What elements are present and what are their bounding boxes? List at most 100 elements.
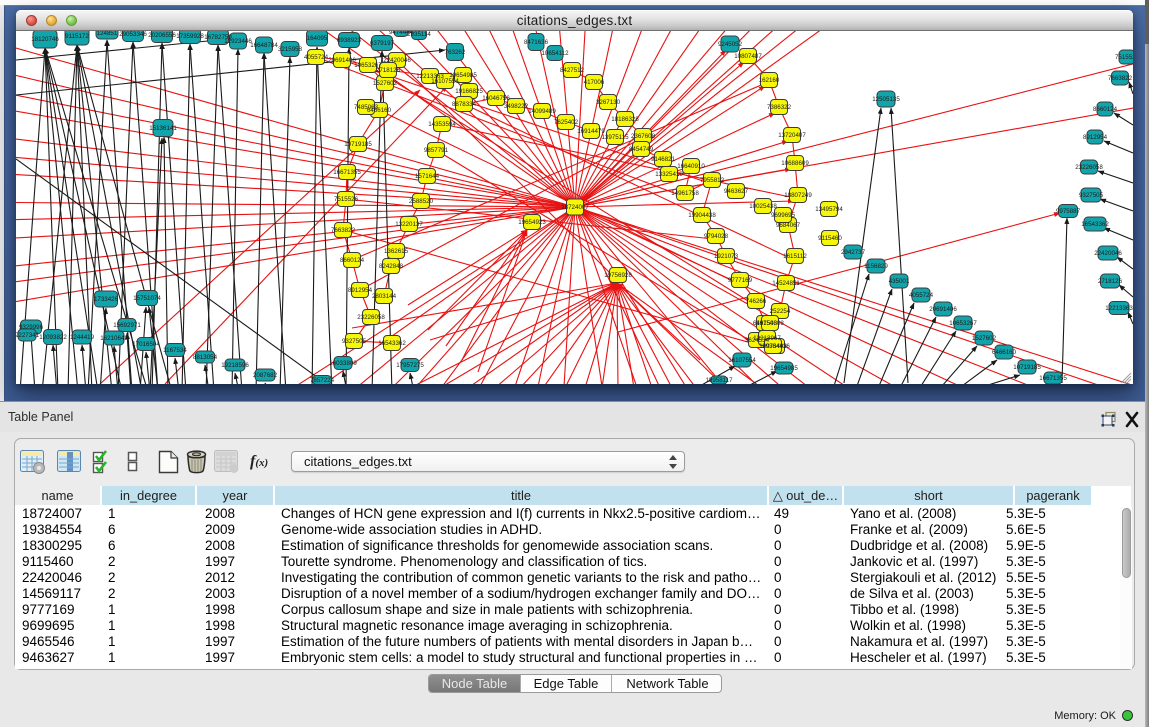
svg-text:8427512: 8427512	[560, 67, 585, 74]
svg-text:7663822: 7663822	[331, 227, 356, 234]
svg-text:16640910: 16640910	[677, 163, 705, 170]
svg-text:3215958: 3215958	[278, 46, 303, 53]
svg-text:7857224: 7857224	[310, 377, 335, 384]
svg-text:7485063: 7485063	[354, 104, 379, 111]
svg-text:12923446: 12923446	[224, 38, 252, 45]
svg-text:13325419: 13325419	[655, 171, 683, 178]
svg-text:8912954: 8912954	[348, 287, 373, 294]
svg-text:29053346: 29053346	[119, 31, 147, 38]
svg-text:9684067: 9684067	[776, 222, 801, 229]
svg-text:19904438: 19904438	[688, 212, 716, 219]
svg-text:10973493: 10973493	[759, 343, 787, 350]
svg-text:2367608: 2367608	[631, 133, 656, 140]
svg-text:19654923: 19654923	[518, 219, 546, 226]
svg-text:16671355: 16671355	[333, 169, 361, 176]
svg-text:9227341: 9227341	[16, 332, 40, 339]
svg-text:10653267: 10653267	[949, 320, 977, 327]
svg-text:13495794: 13495794	[815, 206, 843, 213]
svg-text:2935114: 2935114	[407, 31, 431, 38]
svg-text:8938923: 8938923	[337, 37, 362, 44]
svg-text:9327505: 9327505	[1079, 192, 1104, 199]
svg-text:19218596: 19218596	[221, 362, 249, 369]
svg-text:1156829: 1156829	[864, 263, 888, 270]
svg-text:18120746: 18120746	[31, 36, 59, 43]
svg-text:9857791: 9857791	[424, 147, 449, 154]
svg-text:1921073: 1921073	[714, 253, 739, 260]
svg-text:16543362: 16543362	[1081, 221, 1109, 228]
svg-text:9777169: 9777169	[728, 277, 753, 284]
svg-text:19756928: 19756928	[604, 272, 632, 279]
svg-text:1527602: 1527602	[373, 80, 398, 87]
svg-text:10719185: 10719185	[344, 141, 372, 148]
svg-text:7625402: 7625402	[554, 119, 579, 126]
svg-text:20206556: 20206556	[148, 32, 176, 39]
svg-text:1571644: 1571644	[415, 173, 440, 180]
svg-text:23226058: 23226058	[357, 314, 385, 321]
svg-text:2718126: 2718126	[376, 67, 401, 74]
svg-text:10688609: 10688609	[781, 160, 809, 167]
svg-text:16210643: 16210643	[100, 335, 128, 342]
svg-text:4055724: 4055724	[304, 54, 329, 61]
svg-text:2718126: 2718126	[1098, 278, 1123, 285]
svg-text:12505135: 12505135	[872, 96, 900, 103]
svg-text:9794028: 9794028	[704, 233, 729, 240]
svg-text:2942737: 2942737	[841, 249, 866, 256]
svg-text:1527602: 1527602	[972, 335, 997, 342]
svg-text:9115172: 9115172	[65, 33, 89, 40]
svg-text:16154808: 16154808	[756, 320, 784, 327]
svg-text:763262: 763262	[445, 49, 466, 56]
svg-text:162160: 162160	[759, 77, 780, 84]
svg-text:12213363: 12213363	[1105, 305, 1133, 312]
svg-text:8660124: 8660124	[1093, 106, 1118, 113]
svg-text:19166825: 19166825	[455, 88, 483, 95]
svg-text:252254: 252254	[770, 308, 791, 315]
svg-text:8242848: 8242848	[379, 263, 404, 270]
svg-text:9327505: 9327505	[342, 338, 367, 345]
svg-text:7386322: 7386322	[767, 104, 792, 111]
svg-text:19654985: 19654985	[449, 72, 477, 79]
svg-text:15136141: 15136141	[149, 125, 177, 132]
svg-text:17957275: 17957275	[396, 362, 424, 369]
svg-text:13220137: 13220137	[395, 221, 423, 228]
svg-text:4055724: 4055724	[909, 292, 934, 299]
svg-text:17016504: 17016504	[132, 341, 160, 348]
svg-text:14524851: 14524851	[772, 280, 800, 287]
svg-text:7515526: 7515526	[1115, 54, 1133, 61]
svg-text:3267130: 3267130	[596, 99, 621, 106]
svg-text:15692971: 15692971	[113, 322, 141, 329]
svg-text:20691406: 20691406	[929, 306, 957, 313]
svg-text:13720407: 13720407	[778, 132, 806, 139]
svg-text:23226058: 23226058	[1075, 164, 1103, 171]
svg-text:6379197: 6379197	[370, 40, 395, 47]
svg-text:14099489: 14099489	[528, 108, 556, 115]
svg-text:16107554: 16107554	[728, 357, 756, 364]
svg-text:2087682: 2087682	[253, 372, 278, 379]
svg-text:17359928: 17359928	[176, 33, 204, 40]
svg-text:18807249: 18807249	[784, 192, 812, 199]
svg-text:14961758: 14961758	[671, 190, 699, 197]
svg-text:9115460: 9115460	[818, 235, 842, 242]
svg-text:20691406: 20691406	[328, 57, 356, 64]
svg-text:12213967: 12213967	[753, 335, 781, 342]
svg-text:2803144: 2803144	[372, 293, 397, 300]
svg-text:9463627: 9463627	[724, 188, 749, 195]
svg-text:9699695: 9699695	[771, 212, 796, 219]
svg-text:8660124: 8660124	[340, 257, 365, 264]
svg-text:16107554: 16107554	[431, 78, 459, 85]
svg-text:8878334: 8878334	[452, 101, 477, 108]
svg-text:2588520: 2588520	[409, 198, 434, 205]
svg-text:9975887: 9975887	[1056, 208, 1081, 215]
svg-text:12093822: 12093822	[39, 334, 67, 341]
svg-text:6466160: 6466160	[992, 349, 1017, 356]
svg-text:14353594: 14353594	[428, 121, 456, 128]
svg-text:8813054: 8813054	[193, 354, 218, 361]
svg-text:1167534: 1167534	[163, 347, 187, 354]
svg-text:1615112: 1615112	[783, 253, 807, 260]
svg-text:19654985: 19654985	[770, 365, 798, 372]
svg-text:9146821: 9146821	[651, 156, 676, 163]
svg-text:8454749: 8454749	[629, 146, 654, 153]
svg-text:16671355: 16671355	[1039, 375, 1067, 382]
svg-text:7663822: 7663822	[1108, 75, 1133, 82]
svg-text:10719185: 10719185	[1013, 364, 1041, 371]
svg-text:16648784: 16648784	[250, 42, 278, 49]
